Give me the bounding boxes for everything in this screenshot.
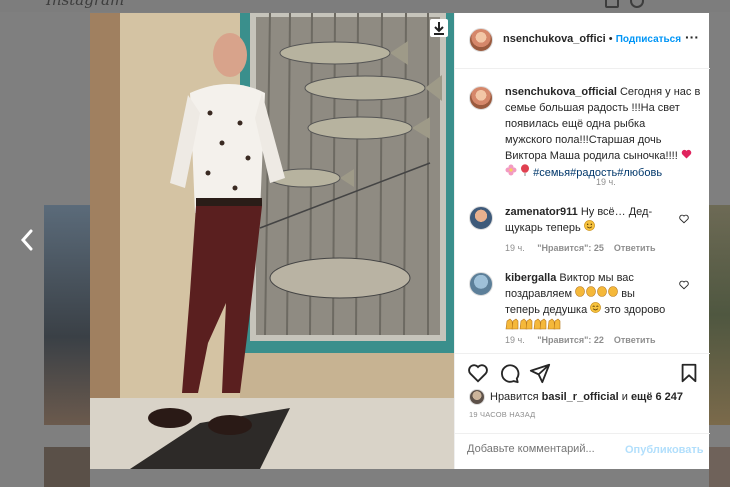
comment-author-link[interactable]: zamenator911	[505, 206, 578, 218]
comment-meta: 19 ч. "Нравится": 25 Ответить	[505, 243, 656, 253]
caption-time: 19 ч.	[596, 177, 616, 187]
post-header: nsenchukova_offici • Подписаться ···	[455, 13, 710, 69]
bookmark-icon[interactable]	[678, 362, 700, 384]
smiley-icon	[583, 220, 595, 234]
smiley-icon	[590, 302, 604, 316]
reply-button[interactable]: Ответить	[614, 243, 656, 253]
avatar[interactable]	[469, 272, 493, 296]
caption-author-link[interactable]: nsenchukova_official	[505, 86, 617, 98]
background-tile	[709, 447, 730, 487]
balloon-icon	[520, 164, 533, 179]
comment-icon[interactable]	[498, 362, 520, 384]
add-comment-bar: Опубликовать	[455, 433, 710, 470]
avatar[interactable]	[469, 28, 493, 52]
background-tile	[709, 205, 730, 425]
comment-meta: 19 ч. "Нравится": 22 Ответить	[505, 335, 656, 345]
post-timestamp: 19 ЧАСОВ НАЗАД	[469, 410, 536, 419]
direct-icon[interactable]	[605, 0, 619, 8]
background-tile	[44, 205, 90, 425]
avatar[interactable]	[469, 206, 493, 230]
post-author-link[interactable]: nsenchukova_offici	[503, 33, 606, 45]
background-tile	[44, 447, 90, 487]
post-sidebar: nsenchukova_offici • Подписаться ··· nse…	[454, 13, 710, 470]
post-modal: nsenchukova_offici • Подписаться ··· nse…	[90, 13, 710, 470]
share-icon[interactable]	[529, 362, 551, 384]
post-photo[interactable]	[90, 13, 454, 469]
heart-icon[interactable]	[467, 362, 489, 384]
avatar[interactable]	[469, 86, 493, 110]
download-icon[interactable]	[430, 19, 448, 37]
publish-button[interactable]: Опубликовать	[625, 444, 704, 456]
comment-author-link[interactable]: kibergalla	[505, 272, 556, 284]
action-bar	[455, 353, 710, 394]
header-separator: •	[608, 33, 613, 45]
clapping-hands-icon	[575, 286, 621, 300]
comment-like-icon[interactable]	[679, 277, 691, 290]
comment: kibergalla Виктор мы вас поздравляем вы …	[505, 270, 683, 335]
raising-hands-icon	[505, 318, 561, 333]
avatar[interactable]	[469, 389, 485, 405]
likes-count-link[interactable]: ещё 6 247	[631, 391, 683, 403]
comment: zamenator911 Ну всё… Дед- щукарь теперь	[505, 206, 653, 234]
liked-by-user-link[interactable]: basil_r_official	[542, 391, 619, 403]
comment-like-icon[interactable]	[679, 211, 691, 224]
likes-summary: Нравится basil_r_official и ещё 6 247	[490, 391, 684, 403]
caption-text: nsenchukova_official Сегодня у нас в сем…	[505, 86, 701, 179]
red-heart-icon	[681, 149, 692, 162]
comment-likes[interactable]: "Нравится": 25	[537, 243, 604, 253]
instagram-logo[interactable]: Instagram	[46, 0, 124, 9]
flower-icon	[505, 164, 520, 179]
reply-button[interactable]: Ответить	[614, 335, 656, 345]
chevron-left-icon[interactable]	[20, 229, 34, 255]
comment-input[interactable]	[467, 443, 617, 455]
comment-likes[interactable]: "Нравится": 22	[537, 335, 604, 345]
more-options-icon[interactable]: ···	[685, 29, 699, 45]
follow-button[interactable]: Подписаться	[616, 34, 681, 45]
